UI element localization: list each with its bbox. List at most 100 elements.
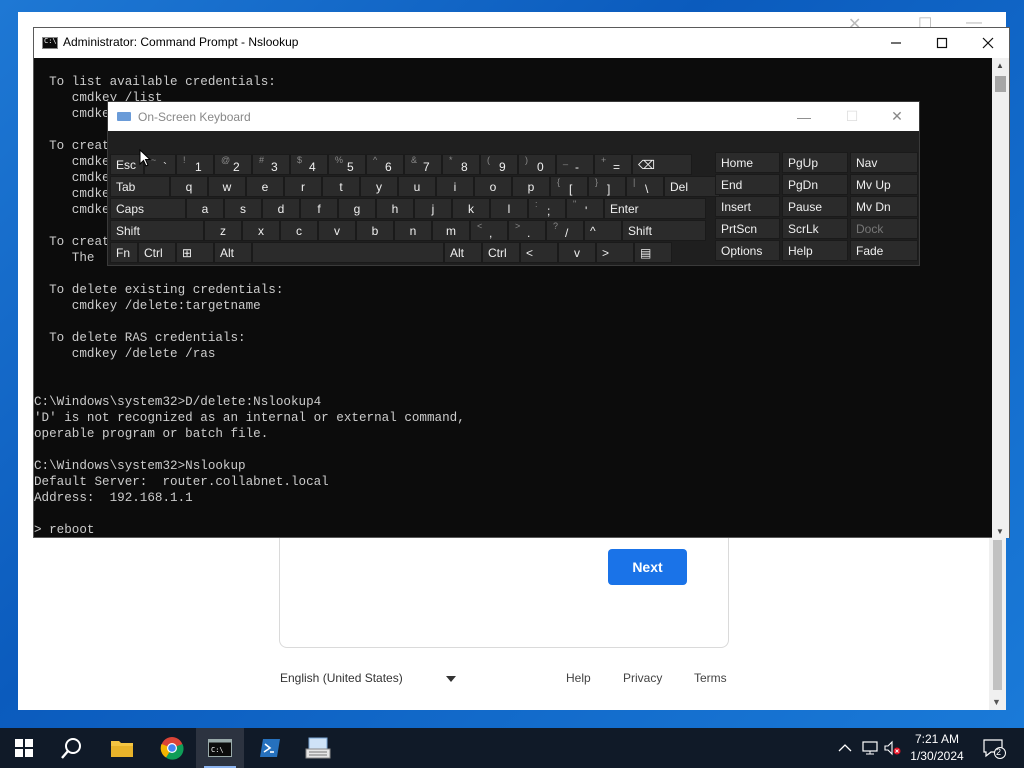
maximize-button[interactable]: [919, 28, 965, 58]
close-button[interactable]: [965, 28, 1011, 58]
osk-key-2[interactable]: @2: [214, 154, 252, 175]
osk-key-8[interactable]: * 8: [442, 154, 480, 175]
osk-key-7[interactable]: & 7: [404, 154, 442, 175]
osk-key-pgdn[interactable]: PgDn: [782, 174, 848, 195]
osk-key-p[interactable]: p: [512, 176, 550, 197]
osk-key-g[interactable]: g: [338, 198, 376, 219]
privacy-link[interactable]: Privacy: [623, 671, 662, 685]
osk-key-k[interactable]: k: [452, 198, 490, 219]
osk-key-o[interactable]: o: [474, 176, 512, 197]
osk-key-Ctrl[interactable]: Ctrl: [138, 242, 176, 263]
osk-key-l[interactable]: l: [490, 198, 528, 219]
osk-key-[interactable]: >.: [508, 220, 546, 241]
osk-key-y[interactable]: y: [360, 176, 398, 197]
osk-key-pgup[interactable]: PgUp: [782, 152, 848, 173]
osk-key-3[interactable]: #3: [252, 154, 290, 175]
osk-key-Fn[interactable]: Fn: [110, 242, 138, 263]
osk-key-Alt[interactable]: Alt: [214, 242, 252, 263]
on-screen-keyboard-taskbar-button[interactable]: [294, 728, 342, 768]
osk-key-h[interactable]: h: [376, 198, 414, 219]
scroll-down-arrow-icon[interactable]: ▼: [992, 697, 1001, 707]
osk-key-[interactable]: <: [520, 242, 558, 263]
osk-key-f[interactable]: f: [300, 198, 338, 219]
osk-key-end[interactable]: End: [715, 174, 780, 195]
osk-key-home[interactable]: Home: [715, 152, 780, 173]
osk-key-t[interactable]: t: [322, 176, 360, 197]
cmd-titlebar[interactable]: Administrator: Command Prompt - Nslookup: [34, 28, 1009, 58]
osk-key-Del[interactable]: Del: [664, 176, 720, 197]
osk-key-Shift[interactable]: Shift: [622, 220, 706, 241]
chrome-button[interactable]: [148, 728, 196, 768]
osk-key-5[interactable]: % 5: [328, 154, 366, 175]
osk-key-Enter[interactable]: Enter: [604, 198, 706, 219]
osk-key-[interactable]: }]: [588, 176, 626, 197]
browser-scrollbar-thumb[interactable]: [993, 540, 1002, 690]
osk-key-q[interactable]: q: [170, 176, 208, 197]
osk-key-[interactable]: ? /: [546, 220, 584, 241]
search-button[interactable]: [48, 728, 96, 768]
osk-key-[interactable]: ▤: [634, 242, 672, 263]
osk-key-j[interactable]: j: [414, 198, 452, 219]
osk-key-mv-dn[interactable]: Mv Dn: [850, 196, 918, 217]
command-prompt-taskbar-button[interactable]: C:\: [196, 728, 244, 768]
osk-titlebar[interactable]: On-Screen Keyboard — ☐ ✕: [108, 102, 919, 131]
osk-key-n[interactable]: n: [394, 220, 432, 241]
action-center-button[interactable]: 2: [982, 728, 1006, 768]
osk-key-s[interactable]: s: [224, 198, 262, 219]
powershell-button[interactable]: [246, 728, 294, 768]
osk-key-[interactable]: ^: [584, 220, 622, 241]
cmd-scrollbar[interactable]: ▲ ▼: [992, 58, 1009, 538]
osk-key-pause[interactable]: Pause: [782, 196, 848, 217]
scroll-up-arrow-icon[interactable]: ▲: [996, 61, 1004, 70]
taskbar-clock[interactable]: 7:21 AM 1/30/2024: [905, 731, 969, 765]
osk-key-Caps[interactable]: Caps: [110, 198, 186, 219]
show-hidden-icons-button[interactable]: [838, 728, 852, 768]
osk-key-Shift[interactable]: Shift: [110, 220, 204, 241]
osk-key-v[interactable]: v: [558, 242, 596, 263]
browser-scrollbar[interactable]: ▼: [989, 532, 1006, 710]
osk-key-a[interactable]: a: [186, 198, 224, 219]
osk-key-scrlk[interactable]: ScrLk: [782, 218, 848, 239]
osk-key-e[interactable]: e: [246, 176, 284, 197]
language-dropdown-caret-icon[interactable]: [446, 676, 456, 682]
on-screen-keyboard-window[interactable]: On-Screen Keyboard — ☐ ✕ Esc ~ `! 1 @2 #3 $4% 5…: [107, 101, 920, 266]
osk-key-space[interactable]: [252, 242, 444, 263]
osk-key-b[interactable]: b: [356, 220, 394, 241]
osk-key-prtscn[interactable]: PrtScn: [715, 218, 780, 239]
cmd-scrollbar-thumb[interactable]: [995, 76, 1006, 92]
osk-key-r[interactable]: r: [284, 176, 322, 197]
osk-key-Ctrl[interactable]: Ctrl: [482, 242, 520, 263]
scroll-down-arrow-icon[interactable]: ▼: [996, 527, 1004, 536]
osk-key-fade[interactable]: Fade: [850, 240, 918, 261]
osk-close-button[interactable]: ✕: [874, 102, 920, 131]
osk-key-Tab[interactable]: Tab: [110, 176, 170, 197]
osk-key-v[interactable]: v: [318, 220, 356, 241]
osk-key-9[interactable]: (9: [480, 154, 518, 175]
osk-key-[interactable]: | \: [626, 176, 664, 197]
osk-key-[interactable]: >: [596, 242, 634, 263]
minimize-button[interactable]: [873, 28, 919, 58]
osk-key-m[interactable]: m: [432, 220, 470, 241]
osk-key-0[interactable]: ) 0: [518, 154, 556, 175]
osk-key-help[interactable]: Help: [782, 240, 848, 261]
start-button[interactable]: [0, 728, 48, 768]
osk-key-w[interactable]: w: [208, 176, 246, 197]
next-button[interactable]: Next: [608, 549, 687, 585]
file-explorer-button[interactable]: [98, 728, 146, 768]
osk-key-[interactable]: ⊞: [176, 242, 214, 263]
osk-key-Alt[interactable]: Alt: [444, 242, 482, 263]
network-status-button[interactable]: [862, 728, 880, 768]
osk-key-z[interactable]: z: [204, 220, 242, 241]
osk-key-i[interactable]: i: [436, 176, 474, 197]
osk-key-6[interactable]: ^ 6: [366, 154, 404, 175]
volume-button[interactable]: [884, 728, 902, 768]
osk-key-d[interactable]: d: [262, 198, 300, 219]
osk-key-u[interactable]: u: [398, 176, 436, 197]
terms-link[interactable]: Terms: [694, 671, 727, 685]
osk-key-insert[interactable]: Insert: [715, 196, 780, 217]
osk-key-[interactable]: _ -: [556, 154, 594, 175]
osk-key-mv-up[interactable]: Mv Up: [850, 174, 918, 195]
osk-key-[interactable]: " ': [566, 198, 604, 219]
osk-minimize-button[interactable]: —: [781, 102, 827, 131]
osk-key-options[interactable]: Options: [715, 240, 780, 261]
